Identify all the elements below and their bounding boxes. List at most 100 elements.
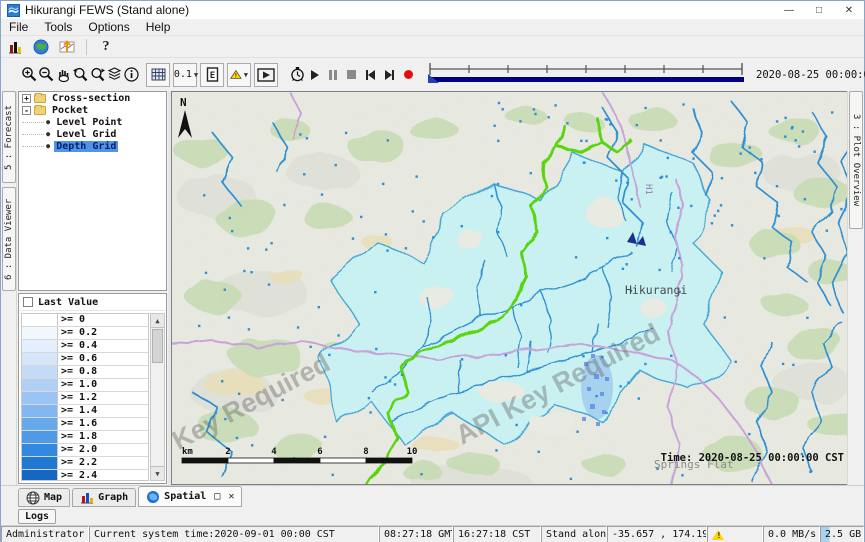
tree-item-cross-section[interactable]: + Cross-section bbox=[19, 92, 166, 104]
menu-options[interactable]: Options bbox=[80, 19, 137, 35]
tree-item-depth-grid[interactable]: ● Depth Grid bbox=[19, 140, 166, 152]
legend-list: >= 0>= 0.2>= 0.4>= 0.6>= 0.8>= 1.0>= 1.2… bbox=[21, 313, 149, 481]
scroll-thumb[interactable] bbox=[152, 329, 163, 363]
map-view[interactable]: API Key Required API Key Required N Hiku… bbox=[171, 91, 849, 485]
tab-spatial[interactable]: Spatial □ ✕ bbox=[138, 486, 242, 507]
database-chart-icon[interactable] bbox=[5, 38, 25, 56]
legend-row[interactable]: >= 0 bbox=[22, 314, 148, 327]
last-value-checkbox[interactable]: Last Value bbox=[19, 294, 166, 311]
menu-tools[interactable]: Tools bbox=[36, 19, 80, 35]
warning-threshold-dropdown[interactable]: ! ▼ bbox=[227, 63, 251, 87]
info-icon[interactable] bbox=[123, 64, 140, 85]
legend-row[interactable]: >= 0.6 bbox=[22, 353, 148, 366]
legend-panel: Last Value >= 0>= 0.2>= 0.4>= 0.6>= 0.8>… bbox=[18, 293, 167, 484]
zoom-out-icon[interactable] bbox=[38, 64, 55, 85]
pause-button[interactable] bbox=[329, 65, 337, 85]
legend-row[interactable]: >= 1.4 bbox=[22, 405, 148, 418]
svg-text:!: ! bbox=[234, 73, 238, 79]
tree-expander-icon[interactable]: + bbox=[22, 94, 31, 103]
pan-hand-icon[interactable] bbox=[55, 64, 72, 85]
scalebar-toggle-button[interactable]: E bbox=[200, 63, 224, 87]
folder-icon bbox=[34, 106, 46, 115]
legend-swatch bbox=[22, 457, 58, 469]
legend-label: >= 1.2 bbox=[58, 392, 100, 404]
close-button[interactable]: ✕ bbox=[834, 1, 864, 19]
legend-row[interactable]: >= 0.4 bbox=[22, 340, 148, 353]
menu-bar: FileToolsOptionsHelp bbox=[1, 19, 864, 36]
stop-button[interactable] bbox=[347, 65, 356, 85]
tree-expander-icon[interactable]: - bbox=[22, 106, 31, 115]
minimize-button[interactable]: — bbox=[774, 1, 804, 19]
warning-icon bbox=[712, 530, 724, 540]
chevron-down-icon: ▼ bbox=[244, 71, 248, 79]
legend-row[interactable]: >= 0.8 bbox=[22, 366, 148, 379]
legend-label: >= 0.2 bbox=[58, 327, 100, 339]
class-interval-dropdown[interactable]: 0.1 ▼ bbox=[173, 63, 197, 87]
legend-swatch bbox=[22, 353, 58, 365]
timeline-slider[interactable] bbox=[426, 61, 748, 88]
tree-item-level-grid[interactable]: ●Level Grid bbox=[19, 128, 166, 140]
layers-icon[interactable] bbox=[106, 64, 123, 85]
left-tab-strip: 5 : Forecast 6 : Data Viewer bbox=[1, 91, 17, 485]
menu-help[interactable]: Help bbox=[138, 19, 179, 35]
globe-icon[interactable] bbox=[31, 38, 51, 56]
tree-item-level-point[interactable]: ● Level Point bbox=[19, 116, 166, 128]
status-cell-0: Administrator bbox=[1, 526, 89, 542]
scroll-down-icon[interactable]: ▼ bbox=[151, 466, 164, 480]
tree-item-label: Depth Grid bbox=[54, 141, 118, 152]
tree-item-pocket[interactable]: -Pocket bbox=[19, 104, 166, 116]
zoom-in-icon[interactable] bbox=[21, 64, 38, 85]
menu-file[interactable]: File bbox=[1, 19, 36, 35]
legend-scrollbar[interactable]: ▲ ▼ bbox=[150, 313, 165, 481]
tab-plot-overview[interactable]: 3 : Plot Overview bbox=[849, 91, 863, 229]
tab-forecast[interactable]: 5 : Forecast bbox=[2, 91, 16, 183]
legend-swatch bbox=[22, 327, 58, 339]
bullet-icon: ● bbox=[46, 142, 50, 150]
tree-item-label: Level Point bbox=[54, 117, 124, 128]
legend-row[interactable]: >= 2.4 bbox=[22, 470, 148, 481]
svg-text:10: 10 bbox=[407, 447, 418, 457]
tab-map[interactable]: Map bbox=[18, 488, 70, 507]
legend-row[interactable]: >= 0.2 bbox=[22, 327, 148, 340]
legend-swatch bbox=[22, 418, 58, 430]
legend-label: >= 0.4 bbox=[58, 340, 100, 352]
bullet-icon: ● bbox=[46, 118, 50, 126]
zoom-next-icon[interactable] bbox=[89, 64, 106, 85]
play-button[interactable] bbox=[311, 65, 319, 85]
tree-item-label: Level Grid bbox=[54, 129, 118, 140]
movie-player-button[interactable] bbox=[254, 63, 278, 87]
legend-swatch bbox=[22, 392, 58, 404]
legend-label: >= 2.0 bbox=[58, 444, 100, 456]
step-forward-button[interactable] bbox=[385, 65, 394, 85]
record-button[interactable] bbox=[404, 65, 413, 85]
tab-graph[interactable]: Graph bbox=[72, 488, 136, 507]
legend-swatch bbox=[22, 340, 58, 352]
animation-clock-icon[interactable] bbox=[289, 64, 306, 85]
zoom-previous-icon[interactable] bbox=[72, 64, 89, 85]
folder-icon bbox=[34, 94, 46, 103]
legend-row[interactable]: >= 1.6 bbox=[22, 418, 148, 431]
timeseries-icon[interactable] bbox=[57, 38, 77, 56]
legend-row[interactable]: >= 1.2 bbox=[22, 392, 148, 405]
maximize-button[interactable]: □ bbox=[804, 1, 834, 19]
tab-maximize-icon[interactable]: □ bbox=[214, 491, 220, 502]
scroll-up-icon[interactable]: ▲ bbox=[151, 314, 164, 328]
legend-row[interactable]: >= 2.0 bbox=[22, 444, 148, 457]
legend-row[interactable]: >= 1.0 bbox=[22, 379, 148, 392]
step-back-button[interactable] bbox=[366, 65, 375, 85]
logs-button[interactable]: Logs bbox=[18, 509, 56, 524]
legend-label: >= 1.0 bbox=[58, 379, 100, 391]
status-cell-3: 16:27:18 CST bbox=[453, 526, 541, 542]
tab-close-icon[interactable]: ✕ bbox=[228, 491, 234, 502]
legend-row[interactable]: >= 2.2 bbox=[22, 457, 148, 470]
svg-text:E: E bbox=[209, 71, 214, 81]
svg-text:4: 4 bbox=[271, 447, 277, 457]
tab-data-viewer[interactable]: 6 : Data Viewer bbox=[2, 187, 16, 291]
grid-display-button[interactable] bbox=[146, 63, 170, 87]
legend-row[interactable]: >= 1.8 bbox=[22, 431, 148, 444]
main-area: 5 : Forecast 6 : Data Viewer + Cross-sect… bbox=[1, 91, 864, 485]
status-cell-4: Stand alone bbox=[541, 526, 607, 542]
logs-row: Logs bbox=[1, 507, 864, 525]
tree-item-label: Cross-section bbox=[50, 93, 132, 104]
help-button[interactable]: ? bbox=[96, 38, 116, 56]
